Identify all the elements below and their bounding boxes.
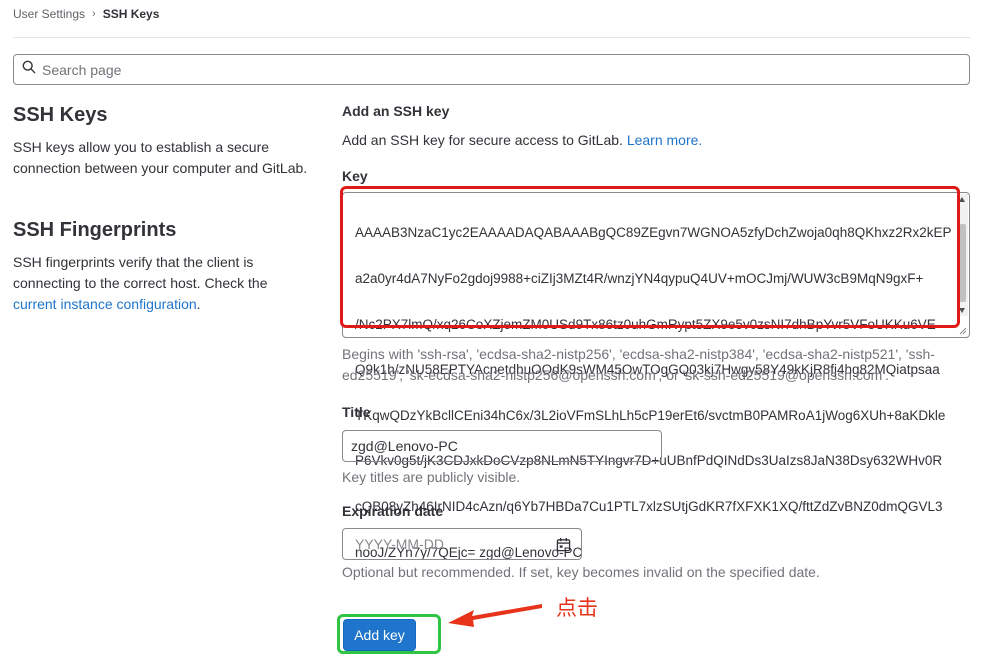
ssh-keys-description: SSH keys allow you to establish a secure… bbox=[13, 137, 313, 179]
expiration-label: Expiration date bbox=[342, 503, 444, 519]
add-ssh-key-heading: Add an SSH key bbox=[342, 103, 450, 119]
key-label: Key bbox=[342, 168, 368, 184]
scroll-thumb[interactable] bbox=[959, 224, 966, 302]
breadcrumb: User Settings › SSH Keys bbox=[13, 7, 159, 21]
ssh-fingerprints-description: SSH fingerprints verify that the client … bbox=[13, 252, 313, 315]
annotation-arrow-icon bbox=[448, 604, 542, 627]
fingerprints-description-line: SSH fingerprints verify that the client … bbox=[13, 254, 254, 270]
ssh-fingerprints-section: SSH Fingerprints SSH fingerprints verify… bbox=[13, 219, 313, 315]
add-ssh-key-intro: Add an SSH key for secure access to GitL… bbox=[342, 132, 702, 148]
ssh-keys-section: SSH Keys SSH keys allow you to establish… bbox=[13, 104, 313, 179]
key-line: TKqwQDzYkBcllCEni34hC6x/3L2ioVFmSLhLh5cP… bbox=[355, 407, 946, 423]
fingerprints-description-line: connecting to the correct host. Check th… bbox=[13, 275, 268, 291]
intro-text: Add an SSH key for secure access to GitL… bbox=[342, 132, 623, 148]
add-key-highlight-box bbox=[337, 614, 441, 654]
breadcrumb-separator: › bbox=[92, 8, 96, 20]
link-suffix: . bbox=[196, 296, 201, 312]
key-help-text: Begins with 'ssh-rsa', 'ecdsa-sha2-nistp… bbox=[342, 344, 935, 386]
expiration-placeholder: YYYY-MM-DD bbox=[355, 536, 444, 552]
search-placeholder: Search page bbox=[42, 61, 122, 78]
ssh-keys-title: SSH Keys bbox=[13, 104, 108, 126]
key-help-line: Begins with 'ssh-rsa', 'ecdsa-sha2-nistp… bbox=[342, 346, 935, 362]
title-help: Key titles are publicly visible. bbox=[342, 469, 521, 485]
search-icon bbox=[22, 60, 36, 79]
breadcrumb-current: SSH Keys bbox=[102, 7, 160, 21]
breadcrumb-user-settings[interactable]: User Settings bbox=[13, 7, 85, 21]
title-label: Title bbox=[342, 404, 371, 420]
key-line: cQB08yZh46IrNID4cAzn/q6Yb7HBDa7Cu1PTL7xl… bbox=[355, 499, 943, 515]
ssh-keys-description-line: SSH keys allow you to establish a secure bbox=[13, 139, 270, 155]
learn-more-link[interactable]: Learn more. bbox=[627, 132, 702, 148]
title-value: zgd@Lenovo-PC bbox=[351, 438, 458, 454]
expiration-help: Optional but recommended. If set, key be… bbox=[342, 564, 820, 580]
key-highlight-box bbox=[340, 186, 960, 328]
resize-grip-icon[interactable] bbox=[959, 327, 967, 335]
title-input[interactable]: zgd@Lenovo-PC bbox=[342, 430, 662, 462]
header-divider bbox=[13, 37, 970, 38]
instance-configuration-link[interactable]: current instance configuration bbox=[13, 296, 197, 312]
click-annotation: 点击 bbox=[556, 596, 598, 620]
ssh-fingerprints-title: SSH Fingerprints bbox=[13, 219, 177, 241]
expiration-date-input[interactable]: YYYY-MM-DD bbox=[342, 528, 582, 560]
key-help-line: ed25519', 'sk-ecdsa-sha2-nistp256@openss… bbox=[342, 367, 889, 383]
ssh-keys-description-line: connection between your computer and Git… bbox=[13, 160, 308, 176]
calendar-icon[interactable] bbox=[556, 537, 571, 552]
search-input[interactable]: Search page bbox=[13, 54, 970, 85]
